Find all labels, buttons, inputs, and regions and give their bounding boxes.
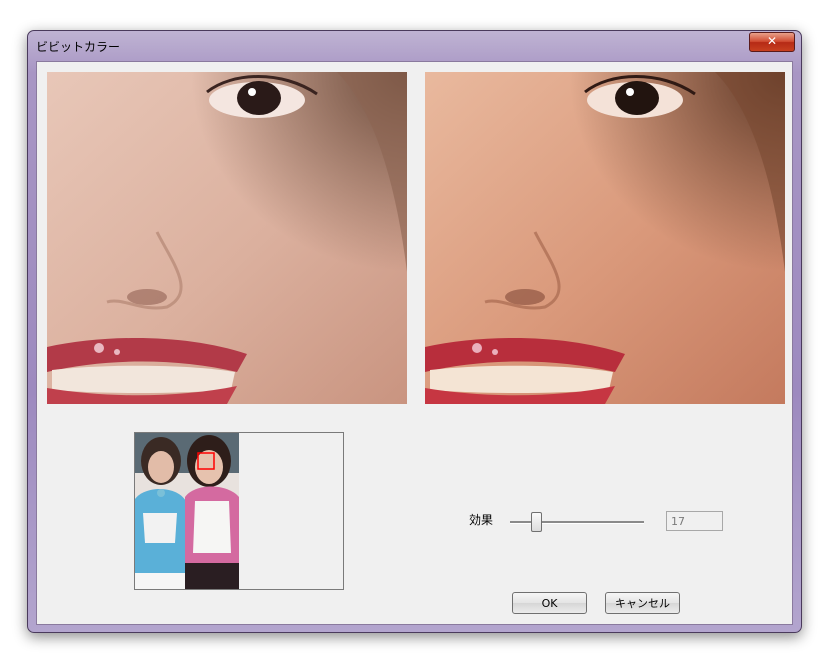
dialog-client-area: 効果 17 OK キャンセル xyxy=(36,61,793,625)
effect-label: 効果 xyxy=(469,513,494,527)
navigator-thumbnail[interactable] xyxy=(134,432,344,590)
vivid-color-dialog: ビビットカラー ✕ 効果 17 OK キャンセル xyxy=(27,30,802,633)
vivid-face-closeup xyxy=(425,72,785,404)
close-icon: ✕ xyxy=(766,34,778,48)
close-button[interactable]: ✕ xyxy=(749,32,795,52)
thumbnail-photo xyxy=(135,433,239,589)
window-title: ビビットカラー xyxy=(36,40,121,54)
cancel-button[interactable]: キャンセル xyxy=(605,592,680,614)
original-preview-image xyxy=(47,72,407,404)
effect-slider[interactable] xyxy=(510,510,644,532)
effect-value-field: 17 xyxy=(666,511,723,531)
slider-thumb[interactable] xyxy=(531,512,542,532)
ok-button[interactable]: OK xyxy=(512,592,587,614)
title-bar[interactable]: ビビットカラー ✕ xyxy=(28,31,801,59)
effect-preview-image xyxy=(425,72,785,404)
original-face-closeup xyxy=(47,72,407,404)
